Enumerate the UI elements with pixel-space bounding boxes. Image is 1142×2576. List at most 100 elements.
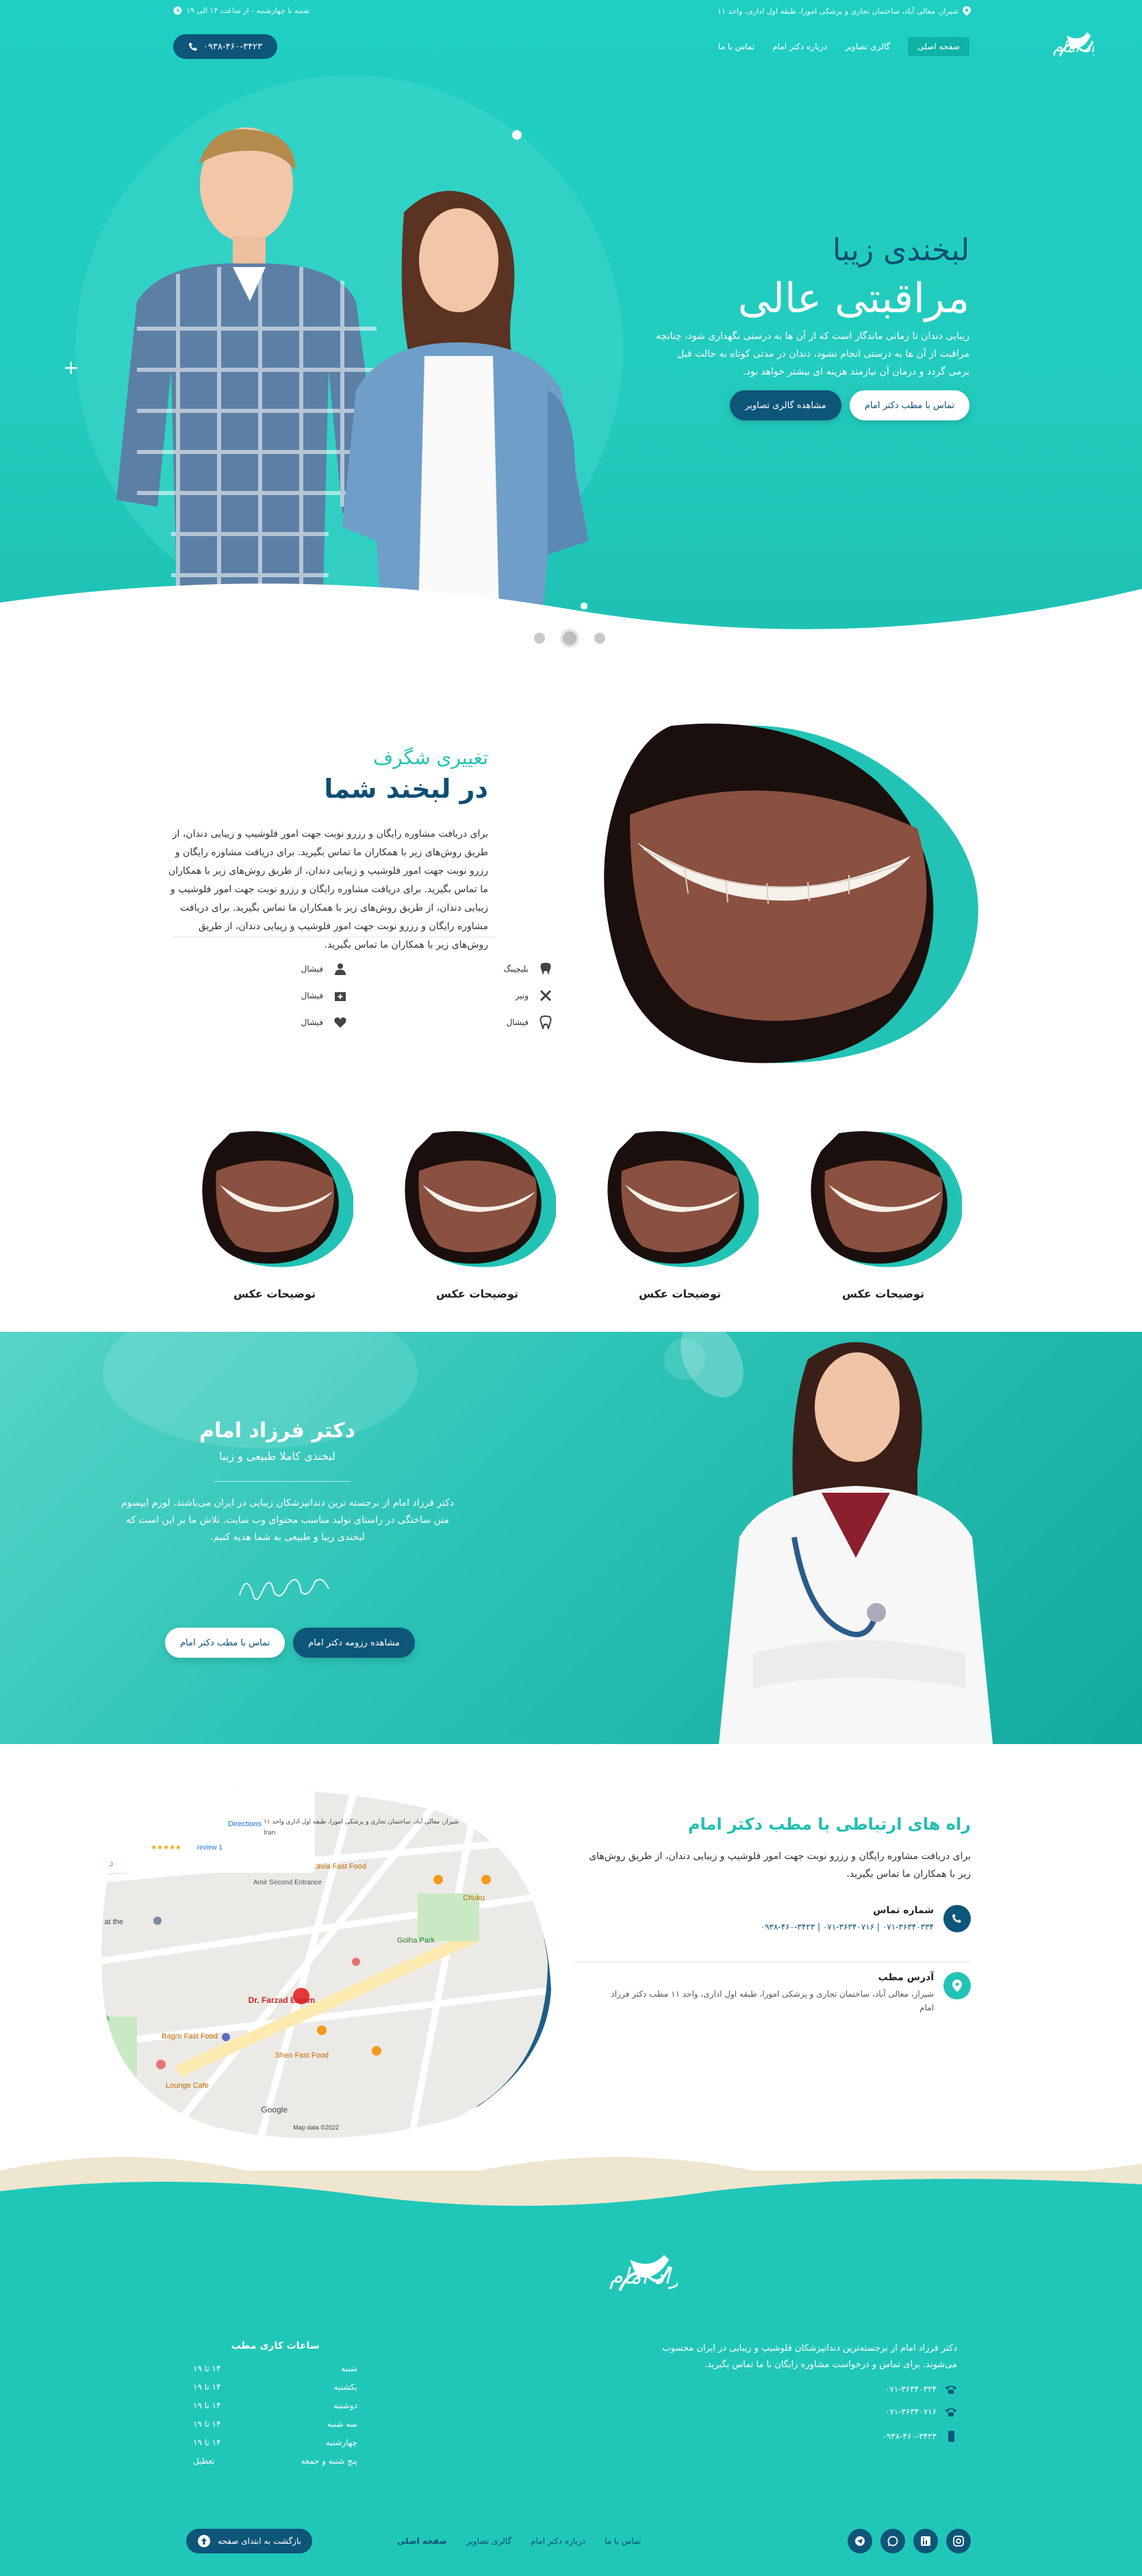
footer-phone-1[interactable]: ۰۷۱-۳۶۳۴۰۳۳۴ [885,2384,957,2394]
map-reviews-link[interactable]: 1 review [197,1844,223,1852]
office-hours-day: شنبه [341,2364,357,2373]
header-phone-button[interactable]: ۰۹۳۸-۴۶۰-۳۴۲۳ [173,34,277,59]
feature-item: ونیر [516,988,553,1003]
office-hours-day: چهارشنبه [325,2438,357,2447]
footer-link-home[interactable]: صفحه اصلی [397,2536,447,2546]
telegram-icon[interactable] [848,2529,872,2553]
footer-logo[interactable]: دکتر فرزاد امام [466,2249,678,2297]
heart-icon [333,1015,348,1030]
office-hours-title: ساعات کاری مطب [231,2340,320,2351]
feature-label: فیشال [506,1018,529,1027]
doctor-resume-button[interactable]: مشاهده رزومه دکتر امام [293,1628,415,1658]
menu-item-gallery[interactable]: گالری تصاویر [845,42,890,51]
footer [0,2171,1142,2576]
feature-label: ونیر [515,991,529,1000]
gallery-smile-image [202,1131,353,1267]
contact-address-text: شیراز، معالی آباد، ساختمان تجاری و پزشکی… [611,1989,934,2012]
doctor-contact-button[interactable]: تماس با مطب دکتر امام [165,1628,286,1658]
slider-dot-3[interactable] [534,633,545,644]
hero-section: + شیراز، معالی آباد، ساختمان تجاری و پزش… [0,0,1142,685]
map-label: Bagro Fast Food [162,2032,218,2041]
smile-title: در لبخند شما [324,774,488,804]
feature-label: فیشال [301,1018,323,1027]
footer-link-contact[interactable]: تماس با ما [605,2536,641,2546]
contact-phone-numbers[interactable]: ۰۷۱-۳۶۳۴۰۳۳۴ | ۰۷۱-۳۶۳۴۰۷۱۶ | ۰۹۳۸-۴۶۰-۳… [761,1920,934,1934]
footer-link-gallery[interactable]: گالری تصاویر [466,2536,511,2546]
contact-title: راه های ارتباطی با مطب دکتر امام [687,1815,971,1834]
office-hours-row: چهارشنبه ۱۴ تا ۱۹ [193,2438,357,2456]
linkedin-icon[interactable] [913,2529,938,2553]
back-to-top-button[interactable]: بازگشت به ابتدای صفحه [186,2529,312,2553]
contact-phone-row: شماره تماس ۰۷۱-۳۶۳۴۰۳۳۴ | ۰۷۱-۳۶۳۴۰۷۱۶ |… [761,1905,971,1934]
slider-dot-1[interactable] [594,633,605,644]
slider-dot-2[interactable] [563,631,576,645]
map-label: Shen Fast Food [275,2051,329,2060]
instagram-icon[interactable] [946,2529,971,2553]
site-logo[interactable]: دکتر فرزاد امام [985,29,1094,63]
plus-decoration: + [63,356,79,379]
google-logo: Google [261,2105,288,2114]
gallery-item[interactable]: توضیحات عکس [601,1123,759,1300]
footer-link-about[interactable]: درباره دکتر امام [531,2536,585,2546]
menu-item-home[interactable]: صفحه اصلی [908,37,969,56]
gallery-caption: توضیحات عکس [638,1287,722,1300]
hero-title-top: لبخندی زیبا [832,233,969,268]
hero-gallery-button[interactable]: مشاهده گالری تصاویر [730,390,841,420]
mobile-icon [945,2431,957,2442]
gallery-smile-image [811,1131,962,1267]
office-hours-row: یکشنبه ۱۴ تا ۱۹ [193,2382,357,2401]
footer-phone-text: ۰۷۱-۳۶۳۴۰۳۳۴ [885,2384,937,2394]
dentist-icon [333,961,348,976]
smile-description: برای دریافت مشاوره رایگان و رزرو نوبت جه… [168,829,488,950]
map-label: Lavia Fast Food [312,1862,366,1871]
logo-text: دکتر فرزاد امام [1053,39,1094,56]
office-hours-time: ۱۴ تا ۱۹ [193,2401,221,2410]
tooth-outline-icon [538,1015,553,1030]
doctor-buttons: تماس با مطب دکتر امام مشاهده رزومه دکتر … [165,1628,415,1658]
gallery-item[interactable]: توضیحات عکس [398,1123,556,1300]
feature-label: فیشال [301,991,323,1000]
whatsapp-icon[interactable] [880,2529,905,2553]
gallery-item[interactable]: توضیحات عکس [196,1123,353,1300]
smile-image [604,723,978,1063]
feature-label: فیشال [301,964,323,974]
hero-title-main: مراقبتی عالی [737,275,969,323]
topbar-address: شیراز، معالی آباد، ساختمان تجاری و پزشکی… [718,6,971,16]
feature-item: فیشال [301,988,348,1003]
phone-icon [945,2384,957,2394]
hero-contact-button[interactable]: تماس با مطب دکتر امام [849,390,969,420]
map-label: Faculty of Arts and Architecture at the.… [96,1918,123,1926]
office-hours-time: ۱۴ تا ۱۹ [193,2364,221,2373]
gallery-smile-image [405,1131,556,1267]
map-label: Golha Park [397,1936,435,1945]
gallery-item[interactable]: توضیحات عکس [804,1123,962,1300]
decor-ring [579,601,589,611]
footer-phone-text: ۰۹۳۸-۴۶۰-۳۴۲۳ [882,2432,937,2441]
office-hours-row: دوشنبه ۱۴ تا ۱۹ [193,2401,357,2419]
menu-item-about[interactable]: درباره دکتر امام [772,42,827,51]
office-hours-time: ۱۴ تا ۱۹ [193,2419,221,2429]
map-embed[interactable]: Lavia Fast Food Amir Second Entrance Chu… [96,1784,561,2140]
office-hours-day: یکشنبه [333,2382,357,2392]
contact-description: برای دریافت مشاوره رایگان و رزرو نوبت جه… [589,1851,971,1880]
smile-subtitle: تغییری شگرف [373,746,488,769]
footer-phone-3[interactable]: ۰۹۳۸-۴۶۰-۳۴۲۳ [882,2431,957,2442]
map-larger-link[interactable]: View larger map [96,1860,114,1868]
menu-item-contact[interactable]: تماس با ما [718,42,754,51]
map-card-country: Iran [264,1830,276,1836]
location-icon [943,1972,971,1999]
office-hours-row: پنج شنبه و جمعه تعطیل [193,2456,357,2475]
footer-phone-2[interactable]: ۰۷۱-۳۶۳۴۰۷۱۶ [885,2407,957,2416]
phone-icon [188,42,198,51]
topbar-address-text: شیراز، معالی آباد، ساختمان تجاری و پزشکی… [718,6,959,16]
doctor-signature [239,1578,329,1600]
slider-dots [534,631,605,645]
phone-icon [943,1905,971,1932]
doctor-image [719,1342,993,1744]
map-directions-link[interactable]: Directions [228,1820,262,1828]
gallery-caption: توضیحات عکس [841,1287,925,1300]
map-label: Dr. Farzad Emam [249,1995,315,2005]
contact-address-row: آدرس مطب شیراز، معالی آباد، ساختمان تجار… [605,1972,971,2015]
topbar-hours: شنبه تا چهارشنبه - از ساعت ۱۴ الی ۱۹ [173,6,309,15]
office-hours: ساعات کاری مطب شنبه ۱۴ تا ۱۹ یکشنبه ۱۴ تا ۱… [193,2340,357,2475]
